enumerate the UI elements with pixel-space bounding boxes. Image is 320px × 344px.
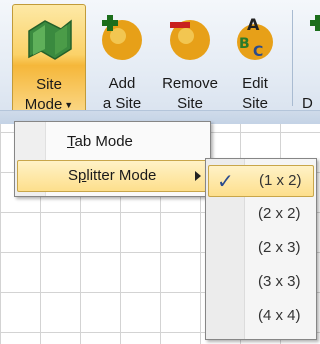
svg-text:C: C	[253, 44, 263, 60]
add-site-icon	[102, 15, 142, 60]
svg-text:B: B	[239, 36, 250, 52]
site-mode-button[interactable]: Site Mode ▼	[12, 4, 86, 116]
submenu-item-label: (2 x 3)	[258, 239, 301, 256]
submenu-arrow-icon	[195, 171, 201, 181]
edit-site-button[interactable]: A B C Edit Site	[228, 4, 282, 116]
submenu-item-4x4[interactable]: (4 x 4)	[208, 301, 314, 331]
ribbon: Site Mode ▼ Add a Site Remove Site A B C…	[0, 0, 320, 125]
submenu-item-label: (2 x 2)	[258, 205, 301, 222]
submenu-item-1x2[interactable]: ✓ (1 x 2)	[208, 165, 314, 197]
tab-mode-label: ab Mode	[74, 133, 133, 150]
remove-site-button[interactable]: Remove Site	[154, 4, 226, 116]
submenu-item-label: (1 x 2)	[259, 172, 302, 189]
ribbon-separator	[292, 10, 293, 106]
splitter-mode-label-start: S	[68, 167, 79, 184]
add-site-button[interactable]: Add a Site	[90, 4, 154, 116]
submenu-item-2x3[interactable]: (2 x 3)	[208, 233, 314, 263]
splitter-mode-submenu: ✓ (1 x 2) (2 x 2) (2 x 3) (3 x 3) (4 x 4…	[205, 158, 317, 340]
tab-mode-accelerator: T	[67, 133, 75, 150]
menu-item-tab-mode[interactable]: Tab Mode	[17, 127, 208, 157]
partial-ribbon-button[interactable]: D	[300, 4, 320, 116]
dropdown-arrow-icon: ▼	[64, 100, 74, 111]
submenu-item-label: (4 x 4)	[258, 307, 301, 324]
submenu-item-2x2[interactable]: (2 x 2)	[208, 199, 314, 229]
checkmark-icon: ✓	[217, 171, 234, 193]
add-site-label-line1: Add	[108, 75, 136, 92]
edit-site-label-line1: Edit	[242, 75, 268, 92]
site-mode-menu: Tab Mode Splitter Mode	[14, 121, 211, 197]
svg-text:A: A	[247, 15, 260, 34]
partial-icon	[310, 15, 320, 31]
remove-site-icon	[170, 20, 210, 60]
splitter-mode-label: litter Mode	[86, 167, 157, 184]
edit-site-icon: A B C	[237, 15, 273, 60]
site-mode-label-line1: Site	[36, 76, 62, 93]
map-icon	[28, 19, 72, 60]
menu-item-splitter-mode[interactable]: Splitter Mode	[17, 160, 208, 192]
submenu-item-label: (3 x 3)	[258, 273, 301, 290]
remove-site-label-line1: Remove	[162, 75, 218, 92]
submenu-item-3x3[interactable]: (3 x 3)	[208, 267, 314, 297]
